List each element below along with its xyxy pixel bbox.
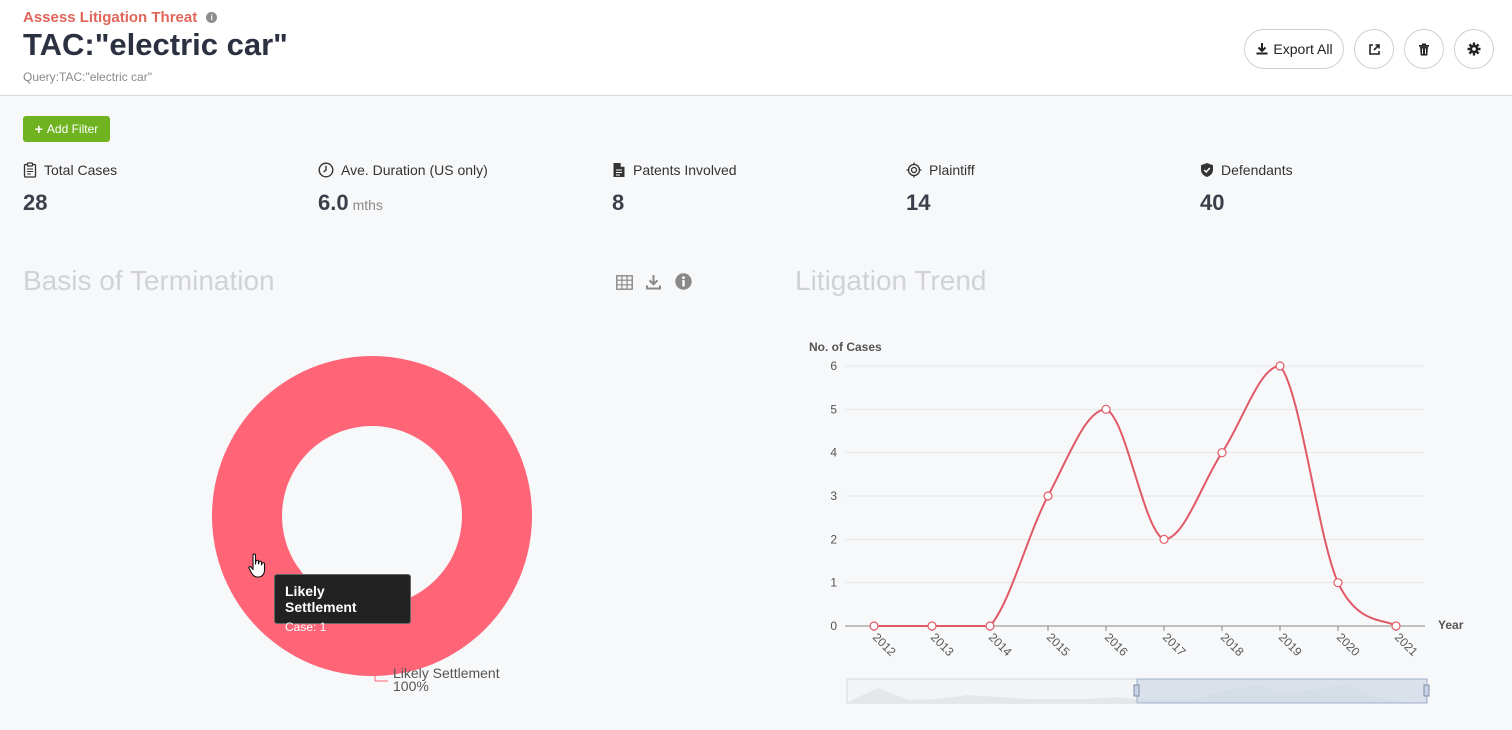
stat-label: Total Cases	[44, 162, 117, 178]
x-tick-label: 2017	[1160, 630, 1189, 659]
stat-ave-duration: Ave. Duration (US only) 6.0mths	[318, 160, 488, 216]
tooltip-value: Case: 1	[285, 620, 400, 634]
stat-value: 40	[1200, 190, 1224, 215]
clipboard-icon	[23, 162, 37, 178]
page-title: TAC:"electric car"	[23, 27, 288, 63]
download-icon	[1255, 42, 1269, 56]
page-header: Assess Litigation Threat i TAC:"electric…	[0, 0, 1512, 96]
query-text: Query:TAC:"electric car"	[23, 70, 152, 84]
table-view-icon[interactable]	[616, 275, 633, 290]
hand-cursor-icon	[248, 553, 268, 579]
y-axis-title: No. of Cases	[809, 340, 882, 354]
y-tick-label: 3	[830, 489, 837, 503]
data-point[interactable]	[1276, 362, 1284, 370]
stat-plaintiff: Plaintiff 14	[906, 160, 975, 216]
zoom-window[interactable]	[1137, 679, 1427, 703]
download-chart-icon[interactable]	[646, 274, 661, 290]
y-tick-label: 2	[830, 532, 837, 546]
clock-icon	[318, 162, 334, 178]
x-tick-label: 2012	[870, 630, 899, 659]
page-subtitle: Assess Litigation Threat i	[23, 9, 217, 26]
donut-tooltip: Likely Settlement Case: 1	[274, 574, 411, 624]
stat-value: 14	[906, 190, 930, 215]
x-tick-label: 2014	[986, 630, 1015, 659]
add-filter-label: Add Filter	[47, 122, 98, 136]
x-tick-label: 2013	[928, 630, 957, 659]
termination-donut-chart	[200, 345, 550, 695]
stat-unit: mths	[353, 197, 383, 213]
export-all-label: Export All	[1273, 41, 1332, 57]
x-tick-label: 2018	[1218, 630, 1247, 659]
x-tick-label: 2015	[1044, 630, 1073, 659]
data-zoom-slider[interactable]	[847, 679, 1429, 703]
stat-label: Defendants	[1221, 162, 1293, 178]
trash-icon	[1418, 43, 1430, 56]
x-tick-label: 2021	[1392, 630, 1421, 659]
data-point[interactable]	[928, 622, 936, 630]
target-icon	[906, 162, 922, 178]
stat-value: 28	[23, 190, 47, 215]
x-tick-label: 2020	[1334, 630, 1363, 659]
share-button[interactable]	[1354, 29, 1394, 69]
page-subtitle-text: Assess Litigation Threat	[23, 9, 197, 26]
data-point[interactable]	[1102, 405, 1110, 413]
add-filter-button[interactable]: + Add Filter	[23, 116, 110, 142]
x-tick-label: 2016	[1102, 630, 1131, 659]
zoom-handle-right[interactable]	[1424, 685, 1429, 696]
settings-button[interactable]	[1454, 29, 1494, 69]
document-icon	[612, 162, 626, 178]
data-point[interactable]	[1392, 622, 1400, 630]
chart-info-icon[interactable]	[675, 273, 692, 290]
data-point[interactable]	[1218, 449, 1226, 457]
stat-total-cases: Total Cases 28	[23, 160, 117, 216]
data-point[interactable]	[1334, 579, 1342, 587]
data-point[interactable]	[1044, 492, 1052, 500]
shield-icon	[1200, 162, 1214, 178]
stat-label: Ave. Duration (US only)	[341, 162, 488, 178]
info-icon[interactable]: i	[206, 12, 217, 23]
stat-value: 8	[612, 190, 624, 215]
tooltip-title: Likely Settlement	[285, 583, 400, 615]
data-point[interactable]	[870, 622, 878, 630]
data-point[interactable]	[1160, 535, 1168, 543]
y-tick-label: 5	[830, 402, 837, 416]
x-axis-ticks: 2012 2013 2014 2015 2016 2017 2018 2019 2020 2021	[870, 626, 1421, 659]
stat-value: 6.0	[318, 190, 349, 215]
export-all-button[interactable]: Export All	[1244, 29, 1344, 69]
share-icon	[1368, 43, 1381, 56]
stat-defendants: Defendants 40	[1200, 160, 1293, 216]
x-tick-label: 2019	[1276, 630, 1305, 659]
termination-title: Basis of Termination	[23, 265, 275, 297]
stat-patents-involved: Patents Involved 8	[612, 160, 737, 216]
gear-icon	[1467, 42, 1481, 56]
litigation-trend-chart: No. of Cases Year 0123456 20122013201420…	[790, 330, 1490, 720]
donut-slice-percent: 100%	[393, 680, 500, 693]
stat-label: Plaintiff	[929, 162, 975, 178]
plus-icon: +	[35, 121, 43, 137]
y-tick-label: 0	[830, 619, 837, 633]
y-axis-ticks: 0 1 2 3 4 5 6	[830, 359, 837, 633]
y-tick-label: 1	[830, 576, 837, 590]
y-tick-label: 6	[830, 359, 837, 373]
x-axis-title: Year	[1438, 618, 1464, 632]
trend-title: Litigation Trend	[795, 265, 986, 297]
data-point[interactable]	[986, 622, 994, 630]
donut-slice-label: Likely Settlement 100%	[393, 667, 500, 693]
y-tick-label: 4	[830, 446, 837, 460]
zoom-handle-left[interactable]	[1134, 685, 1139, 696]
delete-button[interactable]	[1404, 29, 1444, 69]
stat-label: Patents Involved	[633, 162, 737, 178]
